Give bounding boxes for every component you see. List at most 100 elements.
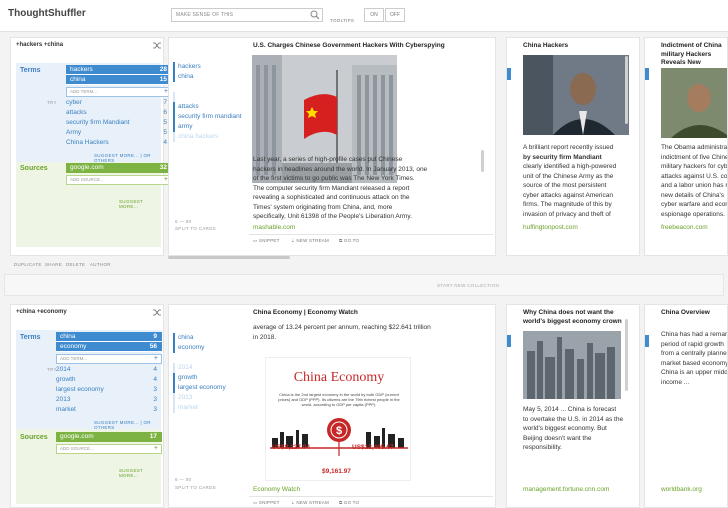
new-stream-button[interactable]: ⇣ NEW STREAM	[291, 500, 329, 506]
search-icon[interactable]	[310, 10, 320, 20]
shuffle-icon[interactable]	[153, 42, 161, 49]
card-line: and a labor union has revealed	[661, 182, 728, 189]
go-to-button[interactable]: ⧉ GO TO	[339, 238, 359, 243]
snippet-button[interactable]: ▭ SNIPPET	[253, 238, 280, 244]
stream-title[interactable]: +china +economy	[16, 309, 67, 315]
tag-2013[interactable]: 2013	[173, 393, 245, 403]
card-scrollbar[interactable]	[625, 56, 628, 124]
suggestion-attacks[interactable]: attacks 6	[66, 108, 172, 118]
add-source-input[interactable]: ADD SOURCE... +	[66, 175, 172, 185]
split-to-cards-button[interactable]: SPLIT TO CARDS	[175, 485, 216, 490]
article-line: Last year, a series of high-profile case…	[253, 156, 403, 163]
stream1-card-2[interactable]: China Hackers A brilliant report recentl…	[506, 37, 640, 256]
shuffle-icon[interactable]	[153, 309, 161, 316]
add-source-input[interactable]: ADD SOURCE... +	[56, 444, 162, 454]
term-china[interactable]: china 9	[56, 332, 162, 342]
card-strip	[507, 68, 511, 80]
card-line: by security firm Mandiant	[523, 153, 602, 161]
card-source[interactable]: worldbank.org	[661, 486, 702, 493]
suggestion-2014[interactable]: 2014 4	[56, 365, 162, 375]
term-china[interactable]: china 15	[66, 75, 172, 85]
tag-growth[interactable]: growth	[173, 373, 245, 383]
tag-china[interactable]: china	[173, 333, 245, 343]
stream-title[interactable]: +hackers +china	[16, 42, 63, 48]
tag-china[interactable]: china	[173, 72, 245, 82]
stream2-card-2[interactable]: Why China does not want the world's bigg…	[506, 304, 640, 508]
suggestion-count: 5	[163, 129, 167, 136]
infographic-text: China is the 2nd largest economy in the …	[278, 392, 400, 407]
go-to-button[interactable]: ⧉ GO TO	[339, 500, 359, 505]
suggestion-2013[interactable]: 2013 3	[56, 395, 162, 405]
tooltips-label: TOOLTIPS	[330, 18, 355, 23]
source-google[interactable]: google.com 32	[66, 163, 172, 173]
suggestion-count: 4	[153, 366, 157, 373]
card-source[interactable]: huffingtonpost.com	[523, 224, 578, 231]
stream1-card-3[interactable]: Indictment of China military Hackers Rev…	[644, 37, 728, 256]
share-button[interactable]: SHARE	[45, 262, 62, 267]
suggestion-largest-economy[interactable]: largest economy 3	[56, 385, 162, 395]
suggestion-cyber[interactable]: cyber 7	[66, 98, 172, 108]
duplicate-button[interactable]: DUPLICATE	[14, 262, 42, 267]
suggest-more-sources[interactable]: SUGGEST MORE...	[119, 199, 163, 209]
article-title[interactable]: U.S. Charges Chinese Government Hackers …	[253, 42, 493, 51]
suggestion-army[interactable]: Army 5	[66, 128, 172, 138]
article-title[interactable]: China Economy | Economy Watch	[253, 309, 358, 318]
tooltips-off-toggle[interactable]: OFF	[385, 8, 405, 22]
article-source[interactable]: Economy Watch	[253, 486, 300, 493]
plus-icon[interactable]: +	[154, 445, 158, 453]
split-to-cards-button[interactable]: SPLIT TO CARDS	[175, 226, 216, 231]
card-scrollbar[interactable]	[625, 319, 628, 391]
suggestion-china-hackers[interactable]: China Hackers 4	[66, 138, 172, 148]
infographic: China Economy China is the 2nd largest e…	[265, 357, 411, 481]
tag-market[interactable]: market	[173, 403, 245, 413]
tag-spacer	[173, 92, 245, 102]
article-source[interactable]: mashable.com	[253, 224, 295, 231]
card-source[interactable]: freebeacon.com	[661, 224, 708, 231]
plus-icon[interactable]: +	[154, 355, 158, 363]
author-button[interactable]: AUTHOR	[90, 262, 111, 267]
new-stream-button[interactable]: ⇣ NEW STREAM	[291, 238, 329, 244]
tag-army[interactable]: army	[173, 122, 245, 132]
stream2-card-3[interactable]: China Overview China has had a remarkabl…	[644, 304, 728, 508]
article-line: specifically, Unit 61398 of the People's…	[253, 213, 412, 220]
search-input[interactable]: MAKE SENSE OF THIS	[171, 8, 323, 22]
card-line: from a centrally planned	[661, 350, 728, 357]
tag-mandiant[interactable]: security firm mandiant	[173, 112, 245, 122]
suggestion-growth[interactable]: growth 4	[56, 375, 162, 385]
gdp-value-1: US$8,227.04	[272, 444, 310, 451]
tag-largest-economy[interactable]: largest economy	[173, 383, 245, 393]
source-google[interactable]: google.com 17	[56, 432, 162, 442]
tag-attacks[interactable]: attacks	[173, 102, 245, 112]
tooltips-on-toggle[interactable]: ON	[364, 8, 384, 22]
card-body: The Obama administration indictment of f…	[661, 143, 728, 219]
app-logo[interactable]: ThoughtShuffler	[8, 8, 86, 19]
card-title[interactable]: Indictment of China military Hackers Rev…	[661, 42, 727, 68]
suggestion-market[interactable]: market 3	[56, 405, 162, 415]
terms-label: Terms	[20, 67, 41, 74]
suggest-more-sources[interactable]: SUGGEST MORE...	[119, 468, 163, 478]
suggestion-label: 2013	[56, 396, 71, 403]
card-title[interactable]: Why China does not want the world's bigg…	[523, 309, 635, 326]
article-line: average of 13.24 percent per annum, reac…	[253, 324, 431, 331]
card-title[interactable]: China Overview	[661, 309, 710, 318]
suggestion-mandiant[interactable]: security firm Mandiant 5	[66, 118, 172, 128]
delete-button[interactable]: DELETE	[66, 262, 85, 267]
snippet-button[interactable]: ▭ SNIPPET	[253, 500, 280, 506]
add-source-placeholder: ADD SOURCE...	[70, 177, 104, 182]
new-collection-bar[interactable]: START NEW COLLECTION	[4, 274, 724, 296]
tag-2014[interactable]: 2014	[173, 363, 245, 373]
card-source[interactable]: management.fortune.cnn.com	[523, 486, 609, 493]
tag-hackers[interactable]: hackers	[173, 62, 245, 72]
term-economy[interactable]: economy 56	[56, 342, 162, 352]
add-term-input[interactable]: ADD TERM... +	[56, 354, 162, 364]
add-term-input[interactable]: ADD TERM... +	[66, 87, 172, 97]
try-label: TRY	[47, 100, 57, 105]
term-hackers[interactable]: hackers 28	[66, 65, 172, 75]
infographic-title: China Economy	[293, 370, 385, 385]
card-title[interactable]: China Hackers	[523, 42, 568, 51]
stream1-horizontal-scrollbar[interactable]	[168, 256, 290, 259]
term-label: hackers	[70, 66, 93, 73]
search-placeholder: MAKE SENSE OF THIS	[176, 12, 234, 18]
tag-economy[interactable]: economy	[173, 343, 245, 353]
tag-china-hackers[interactable]: china hackers	[173, 132, 245, 142]
